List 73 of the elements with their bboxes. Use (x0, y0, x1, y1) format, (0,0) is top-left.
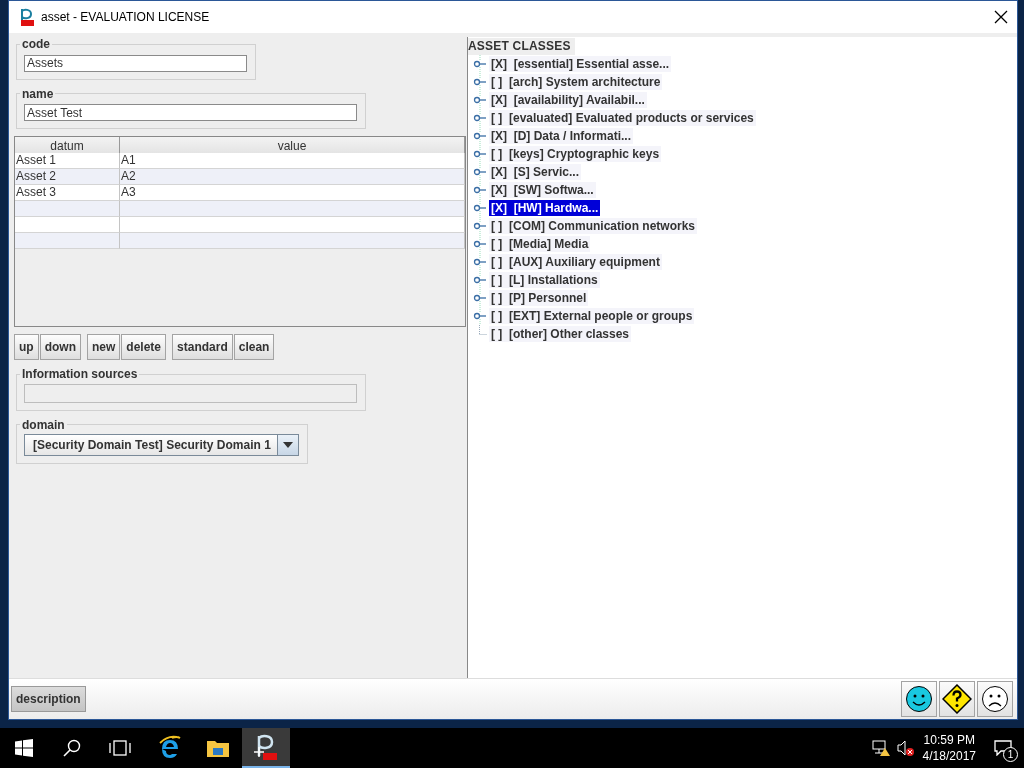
code-field[interactable]: Assets (24, 54, 247, 72)
tree-item[interactable]: [X] [essential] Essential asse... (489, 56, 672, 72)
tree-handle-icon[interactable] (473, 217, 487, 235)
search-icon[interactable] (63, 739, 81, 757)
message-icon (994, 740, 1012, 756)
tree-item[interactable]: [ ] [arch] System architecture (489, 74, 663, 90)
tree-item[interactable]: [X] [SW] Softwa... (489, 182, 596, 198)
notifications-button[interactable]: 1 (988, 733, 1018, 763)
tree-item[interactable]: [X] [S] Servic... (489, 164, 582, 180)
start-icon[interactable] (15, 739, 33, 757)
domain-dropdown[interactable]: [Security Domain Test] Security Domain 1 (24, 433, 299, 456)
notification-count: 1 (1003, 747, 1018, 762)
clock-time[interactable]: 10:59 PM (922, 732, 976, 748)
tree-handle-icon[interactable] (473, 307, 487, 325)
table-cell: Asset 2 (15, 169, 120, 185)
tree-handle-icon[interactable] (473, 271, 487, 289)
tree-handle-icon[interactable] (473, 235, 487, 253)
tree-handle-icon[interactable] (473, 181, 487, 199)
tree-item[interactable]: [ ] [EXT] External people or groups (489, 308, 695, 324)
tree-item[interactable]: [ ] [P] Personnel (489, 290, 589, 306)
tree-handle-icon[interactable] (473, 163, 487, 181)
tree-handle-icon[interactable] (473, 109, 487, 127)
close-icon[interactable] (993, 9, 1009, 25)
clock-date[interactable]: 4/18/2017 (922, 748, 976, 764)
tree-item[interactable]: [ ] [keys] Cryptographic keys (489, 146, 662, 162)
group-label: name (21, 86, 55, 101)
network-warning-icon[interactable] (870, 739, 891, 757)
table-cell: A3 (120, 185, 465, 201)
name-field[interactable]: Asset Test (24, 104, 357, 121)
help-button[interactable] (939, 681, 975, 717)
caret-icon (282, 441, 293, 448)
sad-face-button[interactable] (977, 681, 1013, 717)
browser-icon[interactable] (157, 735, 183, 761)
tree-handle-icon[interactable] (473, 127, 487, 145)
window-title: asset - EVALUATION LICENSE (41, 10, 211, 24)
task-view-icon[interactable] (109, 740, 131, 756)
table-cell: Asset 3 (15, 185, 120, 201)
tree-item[interactable]: [X] [D] Data / Informati... (489, 128, 633, 144)
tree-handle-icon[interactable] (473, 253, 487, 271)
action-button[interactable]: clean (233, 334, 275, 360)
action-button[interactable]: new (87, 334, 121, 360)
tree-handle-icon[interactable] (473, 55, 487, 73)
tree-item[interactable]: [ ] [Media] Media (489, 236, 591, 252)
tree-item[interactable]: [ ] [other] Other classes (489, 326, 632, 342)
happy-face-button[interactable] (901, 681, 937, 717)
tree-line-icon (479, 325, 487, 335)
app-icon (19, 8, 35, 26)
group-label: code (21, 37, 51, 51)
tree-handle-icon[interactable] (473, 199, 487, 217)
tree-item[interactable]: [X] [availability] Availabil... (489, 92, 647, 108)
table-cell: A1 (120, 153, 465, 169)
action-button[interactable]: standard (172, 334, 233, 360)
action-button[interactable]: down (39, 334, 81, 360)
tree-handle-icon[interactable] (473, 289, 487, 307)
description-button[interactable]: description (11, 686, 86, 712)
group-label: Information sources (21, 367, 139, 381)
tree-handle-icon[interactable] (473, 145, 487, 163)
tree-item[interactable]: [ ] [evaluated] Evaluated products or services (489, 110, 756, 126)
tree-item[interactable]: [ ] [COM] Communication networks (489, 218, 697, 234)
tree-title: ASSET CLASSES (468, 38, 575, 55)
tree-item[interactable]: [ ] [L] Installations (489, 272, 600, 288)
tree-handle-icon[interactable] (473, 73, 487, 91)
tree-handle-icon[interactable] (473, 91, 487, 109)
action-button[interactable]: up (14, 334, 39, 360)
volume-muted-icon[interactable] (896, 739, 915, 757)
app-icon[interactable] (253, 733, 279, 761)
group-label: domain (21, 417, 66, 432)
tree-item[interactable]: [ ] [AUX] Auxiliary equipment (489, 254, 662, 270)
action-button[interactable]: delete (121, 334, 167, 360)
table-cell: A2 (120, 169, 465, 185)
tree-item[interactable]: [X] [HW] Hardwa... (489, 200, 601, 216)
table-cell: Asset 1 (15, 153, 120, 169)
folder-icon[interactable] (206, 738, 230, 758)
